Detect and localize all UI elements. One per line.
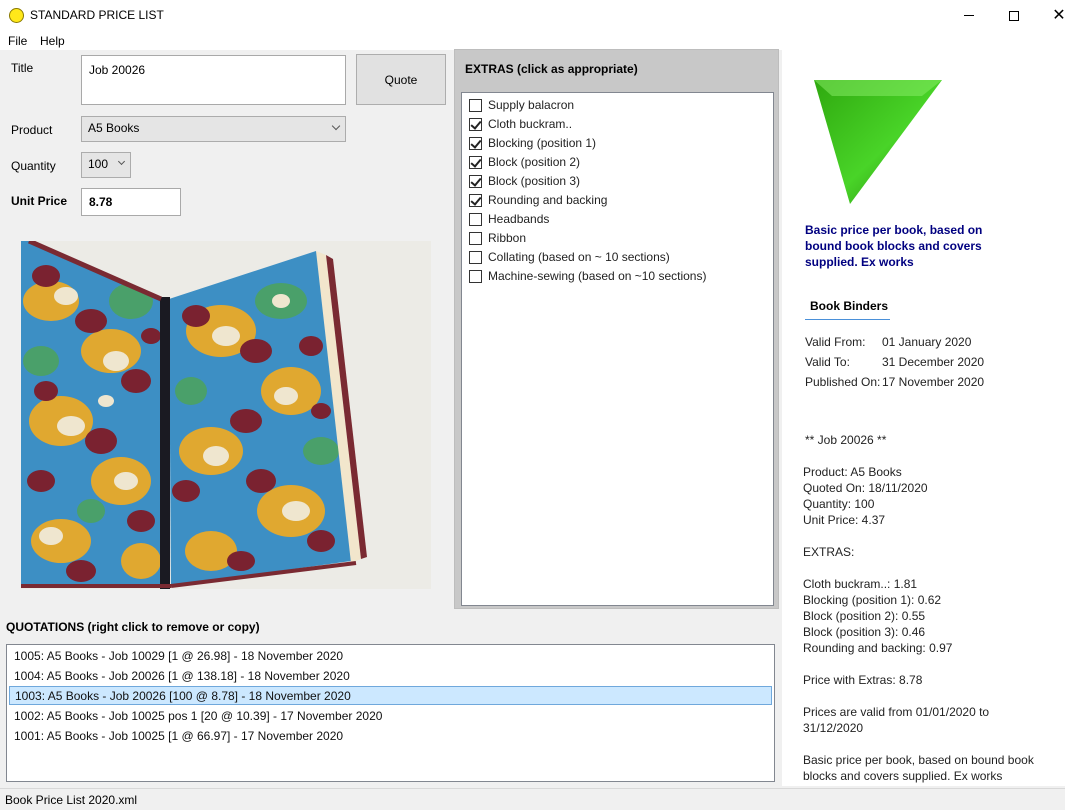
- maximize-button[interactable]: [991, 0, 1037, 31]
- published-label: Published On:: [805, 375, 881, 389]
- quote-form: Title Job 20026 Quote Product A5 Books Q…: [0, 50, 452, 610]
- extra-label: Ribbon: [488, 231, 527, 245]
- extras-panel: EXTRAS (click as appropriate) Supply bal…: [454, 49, 779, 609]
- checkbox-icon[interactable]: [469, 212, 482, 226]
- quotations-title: QUOTATIONS (right click to remove or cop…: [6, 620, 260, 634]
- quantity-select[interactable]: 100: [81, 152, 131, 178]
- extra-headbands[interactable]: Headbands: [469, 210, 549, 228]
- menu-bar: File Help: [0, 31, 1065, 50]
- close-button[interactable]: ✕: [1036, 0, 1065, 31]
- checkbox-icon[interactable]: [469, 250, 482, 264]
- quote-extra-line: Block (position 2): 0.55: [803, 609, 926, 623]
- status-filename: Book Price List 2020.xml: [5, 793, 138, 807]
- note-line-2: blocks and covers supplied. Ex works: [803, 769, 1003, 783]
- quotations-list: 1005: A5 Books - Job 10029 [1 @ 26.98] -…: [6, 644, 775, 782]
- product-value: A5 Books: [88, 121, 140, 135]
- quote-unit-price: Unit Price: 4.37: [803, 513, 886, 527]
- chevron-down-icon: [331, 121, 341, 131]
- maximize-icon: [1009, 10, 1019, 21]
- extra-label: Headbands: [488, 212, 550, 226]
- extra-label: Cloth buckram..: [488, 117, 573, 131]
- validity-line-2: 31/12/2020: [803, 721, 864, 735]
- extra-ribbon[interactable]: Ribbon: [469, 229, 526, 247]
- note-line-1: Basic price per book, based on bound boo…: [803, 753, 1034, 767]
- extra-cloth-buckram[interactable]: Cloth buckram..: [469, 115, 572, 133]
- checkbox-checked-icon[interactable]: [469, 193, 482, 207]
- extra-rounding-backing[interactable]: Rounding and backing: [469, 191, 607, 209]
- quantity-label: Quantity: [11, 159, 56, 173]
- quote-total: Price with Extras: 8.78: [803, 673, 923, 687]
- quotation-row[interactable]: 1005: A5 Books - Job 10029 [1 @ 26.98] -…: [9, 647, 772, 666]
- checkbox-icon[interactable]: [469, 231, 482, 245]
- title-input[interactable]: Job 20026: [81, 55, 346, 105]
- extra-block-position-2[interactable]: Block (position 2): [469, 153, 580, 171]
- quote-extra-line: Block (position 3): 0.46: [803, 625, 926, 639]
- extras-list: Supply balacron Cloth buckram.. Blocking…: [461, 92, 774, 606]
- close-icon: ✕: [1052, 6, 1065, 24]
- extra-label: Supply balacron: [488, 98, 575, 112]
- published-value: 17 November 2020: [882, 375, 985, 389]
- quotation-row[interactable]: 1004: A5 Books - Job 20026 [1 @ 138.18] …: [9, 667, 772, 686]
- quotation-row[interactable]: 1002: A5 Books - Job 10025 pos 1 [20 @ 1…: [9, 707, 772, 726]
- quotations-panel: QUOTATIONS (right click to remove or cop…: [0, 612, 780, 786]
- extra-machine-sewing[interactable]: Machine-sewing (based on ~10 sections): [469, 267, 706, 285]
- status-bar: Book Price List 2020.xml: [0, 788, 1065, 810]
- extra-block-position-3[interactable]: Block (position 3): [469, 172, 580, 190]
- extra-label: Machine-sewing (based on ~10 sections): [488, 269, 707, 283]
- company-heading: Book Binders: [810, 299, 889, 313]
- title-label: Title: [11, 61, 34, 75]
- extras-title: EXTRAS (click as appropriate): [465, 62, 638, 76]
- checkbox-checked-icon[interactable]: [469, 174, 482, 188]
- book-photo: [21, 241, 431, 589]
- logo-triangle-icon: [812, 78, 944, 206]
- minimize-icon: [964, 15, 974, 16]
- menu-file[interactable]: File: [8, 34, 27, 48]
- validity-line-1: Prices are valid from 01/01/2020 to: [803, 705, 990, 719]
- unit-price-field[interactable]: 8.78: [81, 188, 181, 216]
- heading-underline: [805, 319, 890, 320]
- quotation-row[interactable]: 1001: A5 Books - Job 10025 [1 @ 66.97] -…: [9, 727, 772, 746]
- quote-header: ** Job 20026 **: [805, 433, 887, 447]
- checkbox-checked-icon[interactable]: [469, 155, 482, 169]
- checkbox-icon[interactable]: [469, 98, 482, 112]
- minimize-button[interactable]: [946, 0, 992, 31]
- marbled-book-image: [21, 241, 431, 589]
- quote-extra-line: Cloth buckram..: 1.81: [803, 577, 918, 591]
- menu-help[interactable]: Help: [40, 34, 65, 48]
- quote-date: Quoted On: 18/11/2020: [803, 481, 928, 495]
- valid-to-value: 31 December 2020: [882, 355, 985, 369]
- extra-supply-balacron[interactable]: Supply balacron: [469, 96, 574, 114]
- valid-to-label: Valid To:: [805, 355, 850, 369]
- valid-from-label: Valid From:: [805, 335, 866, 349]
- extra-label: Block (position 3): [488, 174, 581, 188]
- quote-quantity: Quantity: 100: [803, 497, 875, 511]
- basic-price-note: Basic price per book, based on bound boo…: [805, 223, 983, 269]
- valid-from-value: 01 January 2020: [882, 335, 972, 349]
- extra-blocking-position-1[interactable]: Blocking (position 1): [469, 134, 596, 152]
- extra-label: Collating (based on ~ 10 sections): [488, 250, 670, 264]
- app-icon: [9, 8, 24, 23]
- extra-label: Blocking (position 1): [488, 136, 597, 150]
- extra-label: Block (position 2): [488, 155, 581, 169]
- quantity-value: 100: [88, 157, 109, 171]
- product-select[interactable]: A5 Books: [81, 116, 346, 142]
- extra-collating[interactable]: Collating (based on ~ 10 sections): [469, 248, 670, 266]
- product-label: Product: [11, 123, 53, 137]
- checkbox-checked-icon[interactable]: [469, 117, 482, 131]
- info-panel: Basic price per book, based on bound boo…: [782, 50, 1065, 786]
- quote-button[interactable]: Quote: [356, 54, 446, 105]
- unit-price-label: Unit Price: [11, 194, 68, 208]
- chevron-down-icon: [117, 157, 126, 166]
- extra-label: Rounding and backing: [488, 193, 608, 207]
- window-title: STANDARD PRICE LIST: [30, 8, 164, 22]
- quote-extras-header: EXTRAS:: [803, 545, 855, 559]
- title-bar: STANDARD PRICE LIST ✕: [0, 0, 1065, 31]
- quote-extra-line: Rounding and backing: 0.97: [803, 641, 953, 655]
- checkbox-checked-icon[interactable]: [469, 136, 482, 150]
- quote-product: Product: A5 Books: [803, 465, 902, 479]
- quote-extra-line: Blocking (position 1): 0.62: [803, 593, 942, 607]
- checkbox-icon[interactable]: [469, 269, 482, 283]
- quotation-row-selected[interactable]: 1003: A5 Books - Job 20026 [100 @ 8.78] …: [9, 686, 772, 705]
